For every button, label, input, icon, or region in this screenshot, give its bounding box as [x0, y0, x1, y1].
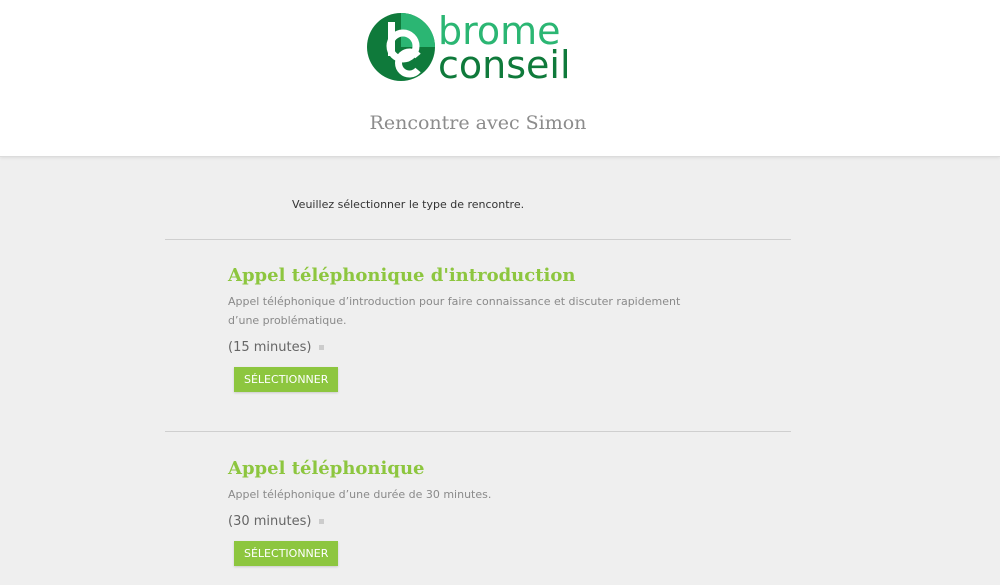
- select-button[interactable]: SÉLECTIONNER: [234, 367, 339, 392]
- meeting-duration: (15 minutes): [228, 340, 698, 355]
- divider: [165, 431, 791, 432]
- select-button[interactable]: SÉLECTIONNER: [234, 541, 339, 566]
- logo-text-conseil: conseil: [438, 43, 571, 87]
- separator-dot-icon: [319, 345, 325, 350]
- meeting-option-intro: Appel téléphonique d'introduction Appel …: [228, 265, 698, 392]
- meeting-title[interactable]: Appel téléphonique: [228, 458, 698, 480]
- duration-label: (30 minutes): [228, 514, 312, 529]
- meeting-description: Appel téléphonique d’introduction pour f…: [228, 295, 681, 327]
- page-title: Rencontre avec Simon: [369, 112, 587, 134]
- duration-label: (15 minutes): [228, 340, 312, 355]
- header: brome conseil Rencontre avec Simon: [0, 0, 1000, 157]
- divider: [165, 239, 791, 240]
- separator-dot-icon: [319, 519, 325, 524]
- meeting-duration: (30 minutes): [228, 514, 698, 529]
- meeting-option-30min: Appel téléphonique Appel téléphonique d’…: [228, 458, 698, 566]
- meeting-title[interactable]: Appel téléphonique d'introduction: [228, 265, 698, 287]
- brome-conseil-logo[interactable]: brome conseil: [366, 10, 596, 84]
- meeting-description: Appel téléphonique d’une durée de 30 min…: [228, 488, 492, 501]
- instruction-text: Veuillez sélectionner le type de rencont…: [292, 198, 525, 211]
- logo-mark-icon: [367, 13, 435, 81]
